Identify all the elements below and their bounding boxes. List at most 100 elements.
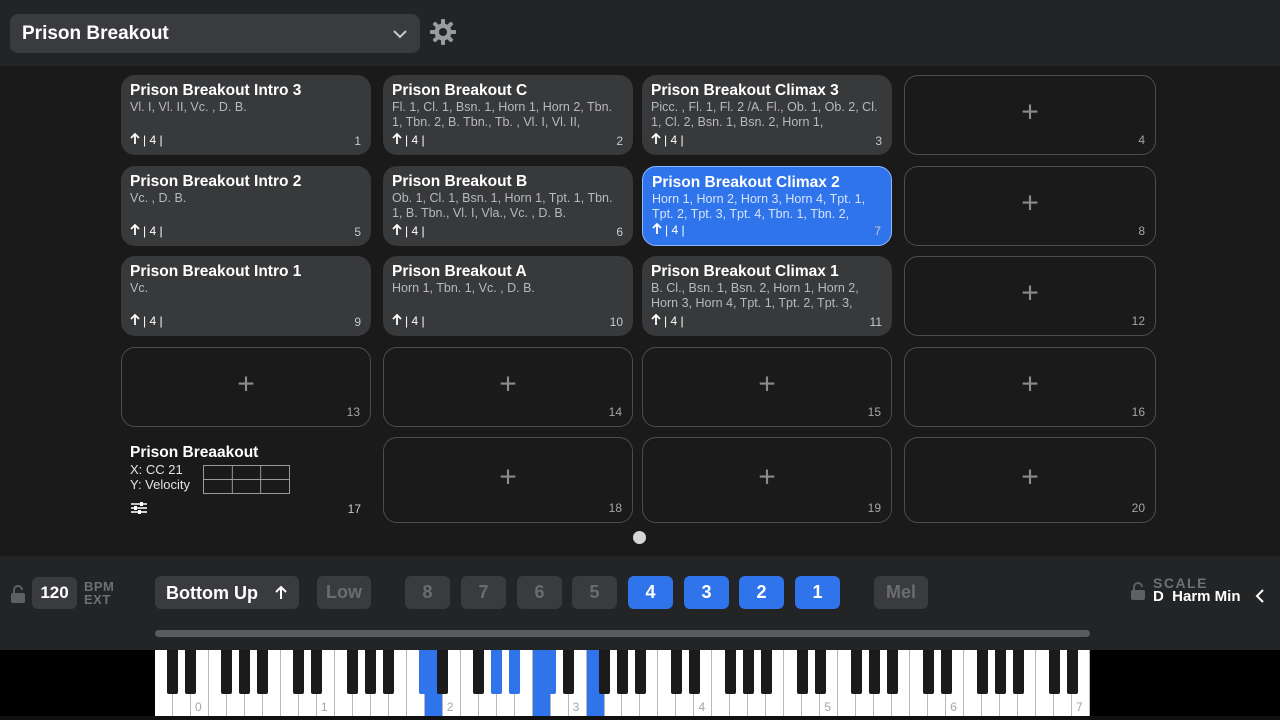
slot-8[interactable]: +8 — [904, 166, 1156, 246]
mel-toggle[interactable]: Mel — [874, 576, 928, 609]
black-key[interactable] — [293, 650, 305, 694]
voice-2-button[interactable]: 2 — [739, 576, 784, 609]
bpm-value[interactable]: 120 — [32, 577, 77, 609]
slot-grid: Prison Breakout Intro 3 Vl. I, Vl. II, Vc… — [0, 66, 1280, 556]
slot-17[interactable]: Prison Breaakout X: CC 21 Y: Velocity 17 — [121, 437, 371, 523]
ext-label[interactable]: EXT — [84, 592, 111, 607]
black-key[interactable] — [491, 650, 503, 694]
slot-13[interactable]: +13 — [121, 347, 371, 427]
black-key[interactable] — [868, 650, 880, 694]
keyboard-scrollbar[interactable] — [155, 630, 1090, 637]
black-key[interactable] — [617, 650, 628, 694]
black-key[interactable] — [419, 650, 431, 694]
black-key[interactable] — [347, 650, 359, 694]
slot-12[interactable]: +12 — [904, 256, 1156, 336]
black-key[interactable] — [239, 650, 251, 694]
black-key[interactable] — [742, 650, 754, 694]
black-key[interactable] — [1066, 650, 1078, 694]
slot-6[interactable]: Prison Breakout B Ob. 1, Cl. 1, Bsn. 1, H… — [383, 166, 633, 246]
add-slot-icon: + — [1021, 95, 1039, 129]
slot-18[interactable]: +18 — [383, 437, 633, 523]
slot-16[interactable]: +16 — [904, 347, 1156, 427]
black-key[interactable] — [796, 650, 808, 694]
slot-5[interactable]: Prison Breakout Intro 2 Vc. , D. B. | 4 | 5 — [121, 166, 371, 246]
add-slot-icon: + — [499, 367, 517, 401]
black-key[interactable] — [850, 650, 862, 694]
slot-meter: | 4 | — [664, 314, 684, 328]
black-key[interactable] — [760, 650, 772, 694]
voice-3-button[interactable]: 3 — [684, 576, 729, 609]
slot-10[interactable]: Prison Breakout A Horn 1, Tbn. 1, Vc. , D… — [383, 256, 633, 336]
black-key[interactable] — [940, 650, 952, 694]
black-key[interactable] — [670, 650, 682, 694]
black-key[interactable] — [634, 650, 646, 694]
slot-number: 16 — [1131, 405, 1145, 419]
slot-footer: | 4 | — [130, 223, 163, 239]
black-key[interactable] — [1012, 650, 1024, 694]
slot-1[interactable]: Prison Breakout Intro 3 Vl. I, Vl. II, Vc… — [121, 75, 371, 155]
preset-name: Prison Breakout — [22, 23, 169, 44]
slot-11[interactable]: Prison Breakout Climax 1 B. Cl., Bsn. 1, … — [642, 256, 892, 336]
voicing-mode-label: Bottom Up — [166, 583, 258, 603]
page-indicator-dot[interactable] — [633, 531, 646, 544]
black-key[interactable] — [311, 650, 323, 694]
gear-icon[interactable] — [429, 18, 457, 46]
voice-8-button[interactable]: 8 — [405, 576, 450, 609]
voice-7-button[interactable]: 7 — [461, 576, 506, 609]
slot-14[interactable]: +14 — [383, 347, 633, 427]
slot-instruments: Ob. 1, Cl. 1, Bsn. 1, Horn 1, Tpt. 1, Tb… — [392, 191, 613, 220]
slot-number: 20 — [1131, 501, 1145, 515]
control-strip: 120 BPM EXT Bottom Up Low 87654321 Mel S… — [0, 556, 1280, 650]
black-key[interactable] — [167, 650, 179, 694]
slot-title: Prison Breakout Climax 2 — [652, 174, 840, 191]
slot-footer: | 4 | — [130, 313, 163, 329]
black-key[interactable] — [599, 650, 611, 694]
slot-4[interactable]: +4 — [904, 75, 1156, 155]
black-key[interactable] — [221, 650, 233, 694]
black-key[interactable] — [257, 650, 269, 694]
chevron-left-icon[interactable] — [1254, 588, 1266, 604]
slot-9[interactable]: Prison Breakout Intro 1 Vc. | 4 | 9 — [121, 256, 371, 336]
voicing-mode-button[interactable]: Bottom Up — [155, 576, 299, 609]
black-key[interactable] — [814, 650, 826, 694]
piano-keyboard[interactable]: 0 1 2 3 4 5 6 7 — [155, 650, 1090, 716]
voice-4-button[interactable]: 4 — [628, 576, 673, 609]
black-key[interactable] — [994, 650, 1006, 694]
black-key[interactable] — [886, 650, 898, 694]
slot-instruments: Vc. — [130, 281, 149, 295]
black-key[interactable] — [509, 650, 521, 694]
slot-7[interactable]: Prison Breakout Climax 2 Horn 1, Horn 2, … — [642, 166, 892, 246]
black-key[interactable] — [437, 650, 449, 694]
scale-value[interactable]: D Harm Min — [1153, 588, 1241, 605]
arrow-up-icon — [275, 585, 287, 599]
add-slot-icon: + — [758, 460, 776, 494]
slot-number: 2 — [616, 134, 623, 148]
slot-3[interactable]: Prison Breakout Climax 3 Picc. , Fl. 1, F… — [642, 75, 892, 155]
slot-20[interactable]: +20 — [904, 437, 1156, 523]
black-key[interactable] — [365, 650, 377, 694]
slot-2[interactable]: Prison Breakout C Fl. 1, Cl. 1, Bsn. 1, H… — [383, 75, 633, 155]
unlock-icon[interactable] — [10, 585, 26, 603]
voice-6-button[interactable]: 6 — [517, 576, 562, 609]
black-key[interactable] — [724, 650, 736, 694]
slot-instruments: B. Cl., Bsn. 1, Bsn. 2, Horn 1, Horn 2, … — [651, 281, 859, 310]
black-key[interactable] — [563, 650, 575, 694]
voice-1-button[interactable]: 1 — [795, 576, 840, 609]
octave-label: 7 — [1076, 700, 1083, 714]
slot-number: 9 — [354, 315, 361, 329]
slot-instruments: Horn 1, Tbn. 1, Vc. , D. B. — [392, 281, 535, 295]
low-toggle[interactable]: Low — [317, 576, 371, 609]
preset-dropdown[interactable]: Prison Breakout — [10, 14, 420, 53]
unlock-icon[interactable] — [1130, 582, 1146, 600]
black-key[interactable] — [383, 650, 395, 694]
black-key[interactable] — [545, 650, 557, 694]
slot-15[interactable]: +15 — [642, 347, 892, 427]
black-key[interactable] — [185, 650, 197, 694]
black-key[interactable] — [473, 650, 485, 694]
voice-5-button[interactable]: 5 — [572, 576, 617, 609]
black-key[interactable] — [1048, 650, 1060, 694]
black-key[interactable] — [688, 650, 700, 694]
black-key[interactable] — [922, 650, 934, 694]
slot-19[interactable]: +19 — [642, 437, 892, 523]
black-key[interactable] — [976, 650, 988, 694]
